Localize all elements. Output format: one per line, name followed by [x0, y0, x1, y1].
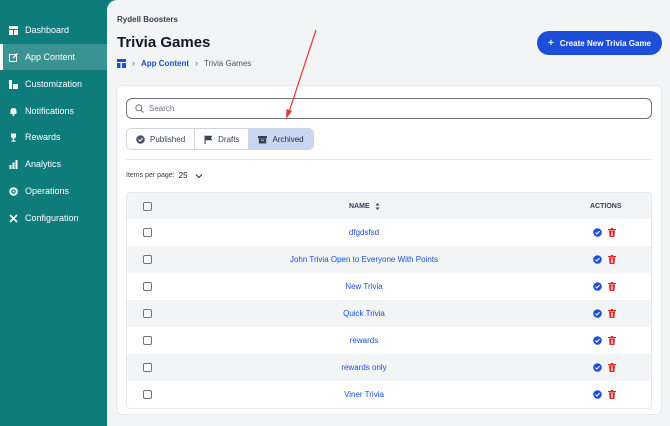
publish-check-icon[interactable] [593, 363, 602, 372]
breadcrumb-current: Trivia Games [204, 58, 252, 68]
trivia-name-link[interactable]: dfgdsfsd [127, 228, 601, 237]
status-tabs: Published Drafts Archived [126, 128, 314, 150]
tab-published[interactable]: Published [127, 129, 196, 149]
sidebar-item-label: Operations [25, 186, 70, 196]
dashboard-icon [9, 25, 18, 35]
row-actions [593, 363, 622, 372]
sidebar-item-customization[interactable]: Customization [0, 71, 107, 97]
plus-icon: + [548, 37, 554, 49]
search-input[interactable] [149, 104, 629, 113]
publish-check-icon[interactable] [593, 390, 602, 399]
publish-check-icon[interactable] [593, 309, 602, 318]
table-row: Quick Trivia [127, 300, 651, 327]
flag-icon [204, 135, 213, 144]
column-header-actions: ACTIONS [590, 202, 622, 210]
trivia-name-link[interactable]: New Trivia [127, 282, 601, 291]
page-title: Trivia Games [117, 34, 211, 51]
sidebar-item-rewards[interactable]: Rewards [0, 124, 107, 150]
sidebar-item-label: Dashboard [25, 25, 70, 35]
trivia-name-link[interactable]: John Trivia Open to Everyone With Points [127, 255, 601, 264]
publish-check-icon[interactable] [593, 282, 602, 291]
row-actions [593, 390, 622, 399]
table-row: rewards only [127, 354, 651, 381]
gear-icon [9, 186, 18, 196]
table-header: NAME ACTIONS [127, 193, 651, 219]
table-row: dfgdsfsd [127, 219, 651, 246]
chevron-down-icon[interactable] [195, 173, 203, 179]
column-header-name[interactable]: NAME [349, 202, 380, 211]
sidebar-item-label: Customization [25, 79, 83, 89]
archive-icon [258, 135, 268, 144]
tab-drafts[interactable]: Drafts [195, 129, 250, 149]
items-per-page: Items per page: 25 [126, 171, 203, 180]
trash-icon[interactable] [608, 309, 616, 318]
items-per-page-label: Items per page: [126, 172, 175, 179]
org-name: Rydell Boosters [117, 15, 178, 24]
breadcrumb-chevron-icon: › [195, 58, 198, 68]
items-per-page-select[interactable]: 25 [179, 171, 188, 180]
sidebar: Dashboard App Content Customization Noti… [0, 0, 107, 426]
create-trivia-game-button[interactable]: + Create New Trivia Game [537, 31, 662, 55]
trash-icon[interactable] [608, 390, 616, 399]
sidebar-item-operations[interactable]: Operations [0, 178, 107, 204]
sidebar-item-label: Configuration [25, 213, 79, 223]
table-row: rewards [127, 327, 651, 354]
home-grid-icon[interactable] [117, 58, 126, 68]
sidebar-item-label: App Content [25, 52, 76, 62]
sort-icon[interactable] [375, 202, 380, 211]
publish-check-icon[interactable] [593, 336, 602, 345]
divider [126, 159, 652, 160]
bell-icon [9, 107, 18, 116]
row-actions [593, 309, 622, 318]
row-actions [593, 255, 622, 264]
create-button-label: Create New Trivia Game [559, 38, 651, 48]
breadcrumb: › App Content › Trivia Games [117, 58, 251, 68]
trophy-icon [9, 133, 18, 142]
tab-archived[interactable]: Archived [249, 129, 313, 149]
wrench-icon [9, 213, 18, 223]
edit-icon [9, 52, 18, 62]
row-actions [593, 228, 622, 237]
trash-icon[interactable] [608, 363, 616, 372]
sidebar-item-notifications[interactable]: Notifications [0, 98, 107, 124]
tab-label: Published [150, 134, 186, 144]
check-circle-icon [136, 134, 145, 144]
tab-label: Archived [272, 134, 304, 144]
tab-label: Drafts [218, 134, 240, 144]
breadcrumb-chevron-icon: › [132, 58, 135, 68]
main-panel: Rydell Boosters Trivia Games › App Conte… [107, 0, 670, 426]
select-all-checkbox[interactable] [143, 201, 152, 211]
trash-icon[interactable] [608, 255, 616, 264]
sidebar-item-configuration[interactable]: Configuration [0, 205, 107, 231]
customize-icon [9, 79, 18, 89]
breadcrumb-link-app-content[interactable]: App Content [141, 59, 189, 68]
table-row: John Trivia Open to Everyone With Points [127, 246, 651, 273]
content-card: Published Drafts Archived Items per page… [116, 85, 662, 415]
sidebar-item-label: Notifications [25, 106, 75, 116]
trash-icon[interactable] [608, 228, 616, 237]
sidebar-item-label: Rewards [25, 132, 61, 142]
search-box[interactable] [126, 98, 652, 119]
row-actions [593, 336, 622, 345]
sidebar-item-dashboard[interactable]: Dashboard [0, 17, 107, 43]
sidebar-item-label: Analytics [25, 159, 62, 169]
publish-check-icon[interactable] [593, 255, 602, 264]
trivia-table: NAME ACTIONS dfgdsfsd John Trivia Open to… [126, 192, 652, 409]
trivia-name-link[interactable]: Viner Trivia [127, 390, 601, 399]
trivia-name-link[interactable]: rewards [127, 336, 601, 345]
table-row: Viner Trivia [127, 381, 651, 408]
trash-icon[interactable] [608, 282, 616, 291]
row-actions [593, 282, 622, 291]
trash-icon[interactable] [608, 336, 616, 345]
search-icon [135, 104, 144, 113]
table-row: New Trivia [127, 273, 651, 300]
sidebar-item-app-content[interactable]: App Content [0, 44, 107, 70]
trivia-name-link[interactable]: rewards only [127, 363, 601, 372]
trivia-name-link[interactable]: Quick Trivia [127, 309, 601, 318]
column-name-label: NAME [349, 202, 370, 210]
table-body: dfgdsfsd John Trivia Open to Everyone Wit… [127, 219, 651, 408]
sidebar-item-analytics[interactable]: Analytics [0, 151, 107, 177]
bar-chart-icon [9, 159, 18, 169]
publish-check-icon[interactable] [593, 228, 602, 237]
